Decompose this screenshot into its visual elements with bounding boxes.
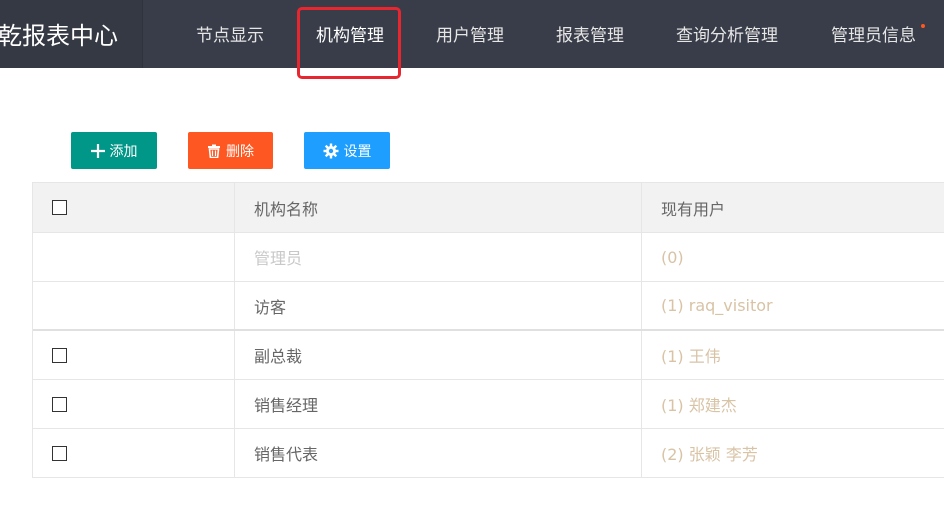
org-name-cell: 销售代表 bbox=[235, 429, 642, 477]
top-navigation-bar: 乾报表中心 节点显示 机构管理 用户管理 报表管理 查询分析管理 管理员信息 bbox=[0, 0, 944, 68]
nav-item-query-analysis-management[interactable]: 查询分析管理 bbox=[676, 21, 778, 46]
column-header-current-users[interactable]: 现有用户 bbox=[642, 183, 944, 232]
delete-button-label: 删除 bbox=[226, 143, 254, 160]
nav-item-org-management[interactable]: 机构管理 bbox=[316, 21, 384, 46]
org-name-cell: 销售经理 bbox=[235, 380, 642, 428]
add-button-label: 添加 bbox=[109, 143, 138, 160]
table-header-row: 机构名称 现有用户 bbox=[33, 183, 944, 233]
row-select-cell bbox=[33, 282, 235, 329]
brand-title: 乾报表中心 bbox=[0, 22, 118, 50]
org-table: 机构名称 现有用户 管理员 (0) 访客 (1) raq_visitor 副总裁… bbox=[32, 182, 944, 478]
users-cell[interactable]: (1) 郑建杰 bbox=[642, 380, 944, 428]
trash-icon bbox=[207, 144, 221, 158]
notification-dot bbox=[921, 24, 925, 28]
delete-button[interactable]: 删除 bbox=[188, 132, 273, 169]
gear-icon bbox=[323, 143, 339, 159]
page: 乾报表中心 节点显示 机构管理 用户管理 报表管理 查询分析管理 管理员信息 添… bbox=[0, 0, 944, 506]
brand-area: 乾报表中心 bbox=[0, 0, 143, 68]
row-select-cell bbox=[33, 233, 235, 281]
users-cell[interactable]: (2) 张颖 李芳 bbox=[642, 429, 944, 477]
select-all-cell bbox=[33, 183, 235, 232]
select-all-checkbox[interactable] bbox=[52, 200, 67, 215]
plus-icon bbox=[90, 143, 105, 158]
row-select-cell bbox=[33, 331, 235, 379]
settings-button[interactable]: 设置 bbox=[304, 132, 390, 169]
users-cell[interactable]: (1) 王伟 bbox=[642, 331, 944, 379]
column-header-org-name[interactable]: 机构名称 bbox=[235, 183, 642, 232]
table-row: 副总裁 (1) 王伟 bbox=[33, 331, 944, 380]
org-name-cell: 副总裁 bbox=[235, 331, 642, 379]
nav-item-admin-info[interactable]: 管理员信息 bbox=[831, 21, 916, 46]
row-select-cell bbox=[33, 429, 235, 477]
users-cell[interactable]: (0) bbox=[642, 233, 944, 281]
table-row: 访客 (1) raq_visitor bbox=[33, 282, 944, 331]
row-select-cell bbox=[33, 380, 235, 428]
nav-item-report-management[interactable]: 报表管理 bbox=[556, 21, 624, 46]
org-name-cell: 管理员 bbox=[235, 233, 642, 281]
users-cell[interactable]: (1) raq_visitor bbox=[642, 282, 944, 329]
add-button[interactable]: 添加 bbox=[71, 132, 157, 169]
row-checkbox[interactable] bbox=[52, 396, 67, 412]
table-row: 销售经理 (1) 郑建杰 bbox=[33, 380, 944, 429]
settings-button-label: 设置 bbox=[343, 143, 372, 160]
nav-item-user-management[interactable]: 用户管理 bbox=[436, 21, 504, 46]
org-name-cell: 访客 bbox=[235, 282, 642, 329]
table-row: 管理员 (0) bbox=[33, 233, 944, 282]
nav-item-node-display[interactable]: 节点显示 bbox=[196, 21, 264, 46]
table-row: 销售代表 (2) 张颖 李芳 bbox=[33, 429, 944, 478]
row-checkbox[interactable] bbox=[52, 347, 67, 363]
row-checkbox[interactable] bbox=[52, 445, 67, 461]
